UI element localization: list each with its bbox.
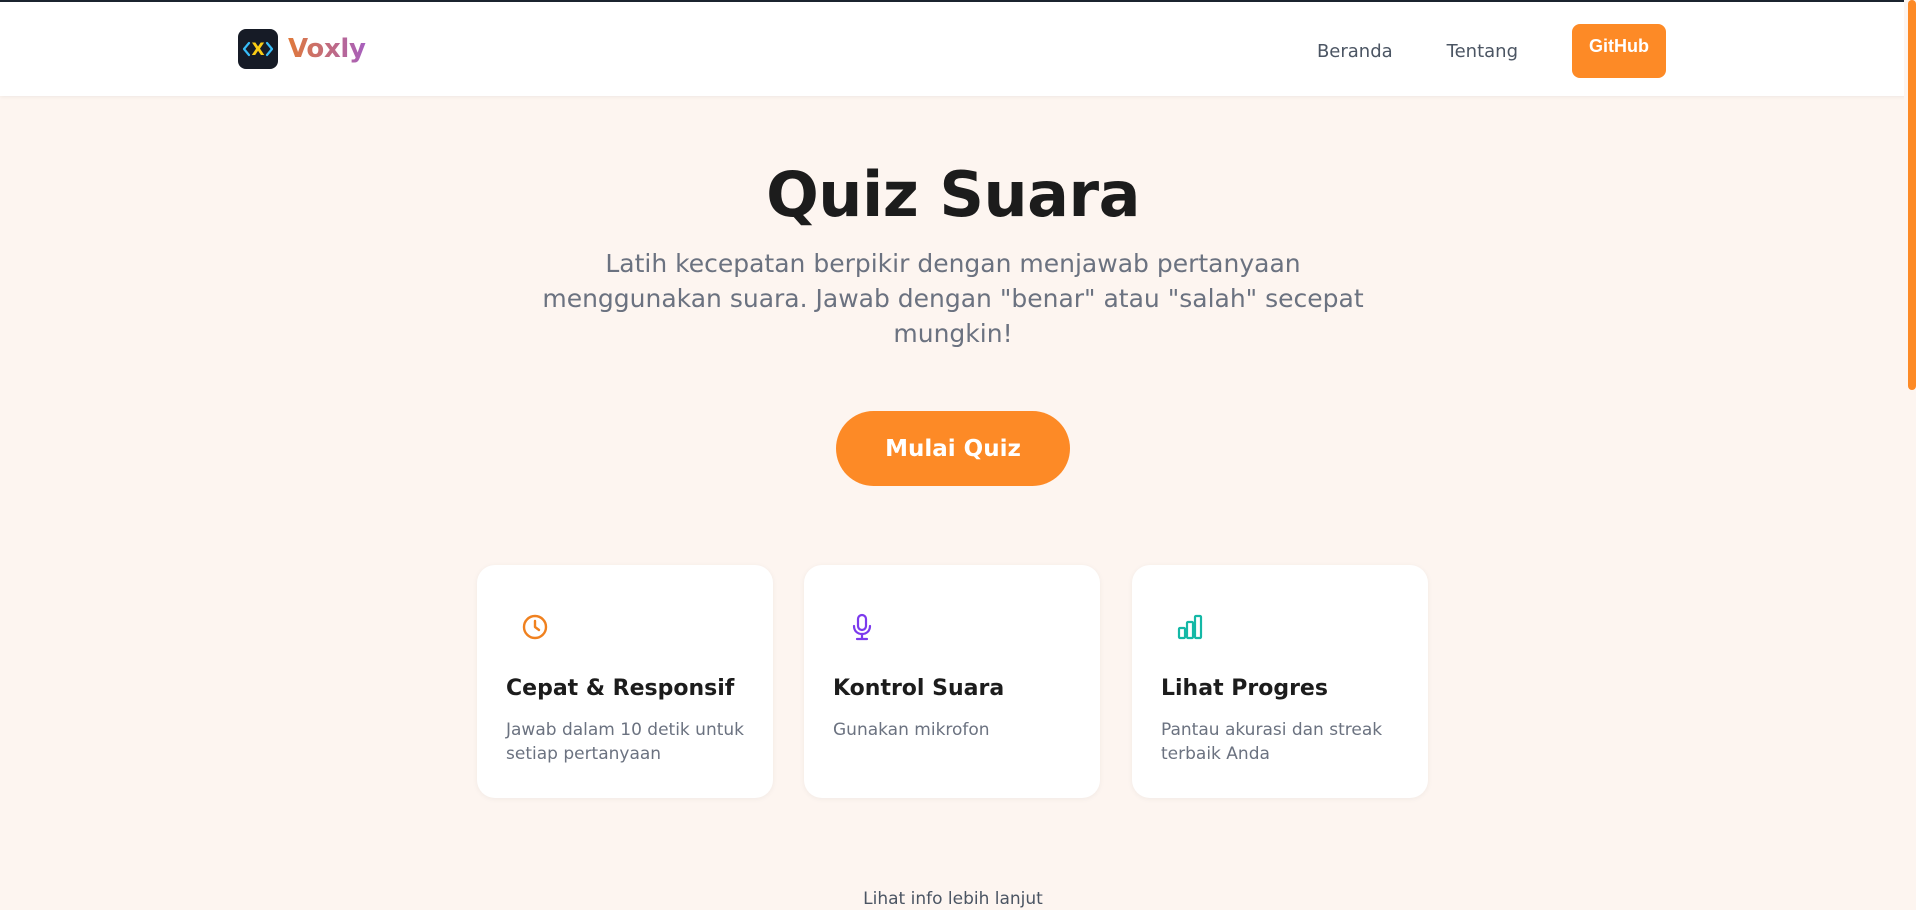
nav-link-about[interactable]: Tentang bbox=[1447, 41, 1518, 62]
scrollbar-thumb[interactable] bbox=[1908, 0, 1916, 390]
microphone-icon bbox=[852, 613, 872, 641]
feature-card-fast: Cepat & Responsif Jawab dalam 10 detik u… bbox=[477, 565, 773, 798]
feature-title: Cepat & Responsif bbox=[506, 676, 735, 701]
feature-description: Jawab dalam 10 detik untuk setiap pertan… bbox=[506, 720, 745, 764]
feature-card-voice: Kontrol Suara Gunakan mikrofon bbox=[804, 565, 1100, 798]
brand[interactable]: X Voxly bbox=[238, 29, 366, 69]
logo-icon: X bbox=[238, 29, 278, 69]
clock-icon bbox=[522, 614, 548, 640]
feature-description: Gunakan mikrofon bbox=[833, 720, 990, 740]
feature-card-progress: Lihat Progres Pantau akurasi dan streak … bbox=[1132, 565, 1428, 798]
brand-name: Voxly bbox=[288, 34, 366, 64]
scrollbar[interactable] bbox=[1904, 0, 1916, 910]
logo-mark: X bbox=[251, 40, 264, 60]
hero-subtitle: Latih kecepatan berpikir dengan menjawab… bbox=[542, 249, 1364, 348]
nav-link-home[interactable]: Beranda bbox=[1317, 41, 1393, 62]
page-title: Quiz Suara bbox=[766, 158, 1140, 231]
start-quiz-button[interactable]: Mulai Quiz bbox=[836, 411, 1070, 486]
feature-title: Kontrol Suara bbox=[833, 676, 1005, 701]
feature-title: Lihat Progres bbox=[1161, 676, 1328, 701]
github-button[interactable]: GitHub bbox=[1572, 24, 1666, 78]
more-info-link[interactable]: Lihat info lebih lanjut bbox=[0, 889, 1906, 909]
bar-chart-icon bbox=[1177, 614, 1203, 640]
navbar: X Voxly Beranda Tentang GitHub bbox=[0, 2, 1916, 96]
nav-links: Beranda Tentang GitHub bbox=[1317, 24, 1666, 78]
feature-description: Pantau akurasi dan streak terbaik Anda bbox=[1161, 720, 1383, 764]
